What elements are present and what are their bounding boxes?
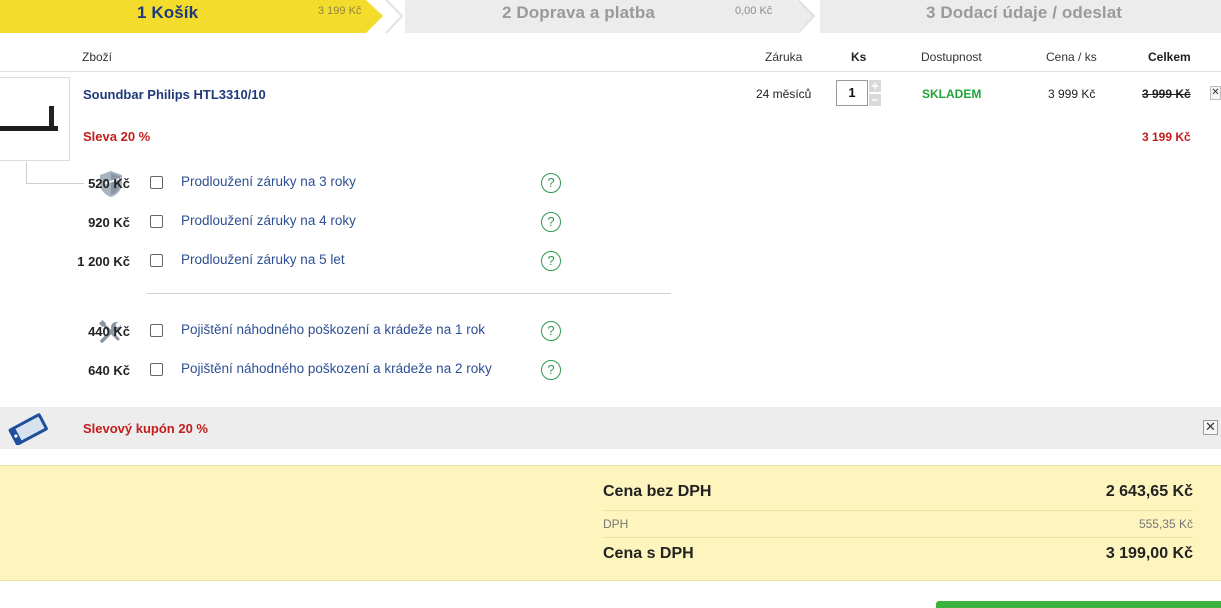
help-icon[interactable]: ? bbox=[541, 212, 561, 232]
col-header-availability: Dostupnost bbox=[921, 50, 982, 64]
col-header-warranty: Záruka bbox=[765, 50, 803, 64]
continue-button[interactable] bbox=[936, 601, 1221, 608]
totals-divider bbox=[603, 510, 1193, 511]
quantity-input[interactable]: 1 bbox=[836, 80, 868, 106]
insurance-option-label[interactable]: Pojištění náhodného poškození a krádeže … bbox=[181, 361, 492, 376]
order-totals: Cena bez DPH 2 643,65 Kč DPH 555,35 Kč C… bbox=[0, 465, 1221, 581]
coupon-label: Slevový kupón 20 % bbox=[83, 421, 208, 436]
discount-label: Sleva 20 % bbox=[83, 129, 151, 144]
product-name-link[interactable]: Soundbar Philips HTL3310/10 bbox=[83, 87, 266, 102]
old-total-price: 3 999 Kč bbox=[1142, 87, 1191, 101]
qty-minus-button[interactable]: − bbox=[869, 94, 881, 106]
warranty-option-checkbox[interactable] bbox=[150, 176, 163, 189]
services-divider bbox=[147, 293, 671, 294]
checkout-steps: 1 Košík 3 199 Kč 2 Doprava a platba 0,00… bbox=[0, 0, 1221, 33]
help-icon[interactable]: ? bbox=[541, 251, 561, 271]
total-vat-label: DPH bbox=[603, 517, 629, 531]
availability-status: SKLADEM bbox=[922, 87, 982, 101]
insurance-option-price: 640 Kč bbox=[88, 363, 130, 378]
total-net-label: Cena bez DPH bbox=[603, 483, 712, 500]
insurance-option-price: 440 Kč bbox=[88, 324, 130, 339]
qty-plus-button[interactable]: + bbox=[869, 80, 881, 92]
col-header-total: Celkem bbox=[1148, 50, 1191, 64]
warranty-option-row: Prodloužení záruky na 3 roky ? 520 Kč bbox=[0, 173, 680, 193]
step-separator-chevron bbox=[797, 0, 816, 33]
warranty-option-label[interactable]: Prodloužení záruky na 3 roky bbox=[181, 174, 356, 189]
col-header-qty: Ks bbox=[851, 50, 867, 64]
insurance-option-label[interactable]: Pojištění náhodného poškození a krádeže … bbox=[181, 322, 485, 337]
totals-divider bbox=[603, 537, 1193, 538]
total-gross-value: 3 199,00 Kč bbox=[1105, 545, 1193, 562]
step-delivery-label: 3 Dodací údaje / odeslat bbox=[926, 3, 1123, 22]
warranty-option-price: 920 Kč bbox=[88, 215, 130, 230]
step-shipping-label: 2 Doprava a platba bbox=[502, 3, 655, 22]
insurance-option-checkbox[interactable] bbox=[150, 363, 163, 376]
help-icon[interactable]: ? bbox=[541, 321, 561, 341]
warranty-option-row: Prodloužení záruky na 4 roky ? 920 Kč bbox=[0, 212, 680, 232]
product-warranty: 24 měsíců bbox=[756, 87, 812, 101]
warranty-option-label[interactable]: Prodloužení záruky na 4 roky bbox=[181, 213, 356, 228]
col-header-product: Zboží bbox=[82, 50, 113, 64]
total-vat-value: 555,35 Kč bbox=[1138, 517, 1193, 531]
step-cart-price: 3 199 Kč bbox=[318, 5, 362, 17]
step-delivery-details[interactable]: 3 Dodací údaje / odeslat bbox=[820, 0, 1221, 33]
step-shipping-payment[interactable]: 2 Doprava a platba 0,00 Kč bbox=[405, 0, 813, 33]
insurance-option-row: Pojištění náhodného poškození a krádeže … bbox=[0, 360, 680, 380]
warranty-option-price: 1 200 Kč bbox=[77, 254, 130, 269]
product-image-bar bbox=[0, 126, 58, 131]
remove-item-button[interactable]: ✕ bbox=[1210, 86, 1221, 100]
help-icon[interactable]: ? bbox=[541, 173, 561, 193]
step-cart-label: 1 Košík bbox=[137, 3, 199, 22]
step-separator-chevron bbox=[385, 0, 404, 33]
total-gross-label: Cena s DPH bbox=[603, 545, 694, 562]
remove-coupon-button[interactable]: ✕ bbox=[1203, 420, 1218, 435]
coupon-row: Slevový kupón 20 % ✕ bbox=[0, 407, 1221, 449]
warranty-option-price: 520 Kč bbox=[88, 176, 130, 191]
warranty-option-checkbox[interactable] bbox=[150, 215, 163, 228]
insurance-option-row: Pojištění náhodného poškození a krádeže … bbox=[0, 321, 680, 341]
step-shipping-price: 0,00 Kč bbox=[735, 5, 773, 17]
unit-price: 3 999 Kč bbox=[1048, 87, 1096, 101]
step-cart[interactable]: 1 Košík 3 199 Kč bbox=[0, 0, 383, 33]
product-thumbnail[interactable] bbox=[0, 77, 70, 161]
help-icon[interactable]: ? bbox=[541, 360, 561, 380]
warranty-option-label[interactable]: Prodloužení záruky na 5 let bbox=[181, 252, 345, 267]
total-net-value: 2 643,65 Kč bbox=[1105, 483, 1193, 500]
coupon-ticket-icon bbox=[8, 413, 48, 445]
col-header-unit-price: Cena / ks bbox=[1046, 50, 1097, 64]
warranty-option-checkbox[interactable] bbox=[150, 254, 163, 267]
new-total-price: 3 199 Kč bbox=[1142, 130, 1191, 144]
header-divider bbox=[0, 71, 1221, 72]
insurance-option-checkbox[interactable] bbox=[150, 324, 163, 337]
warranty-option-row: Prodloužení záruky na 5 let ? 1 200 Kč bbox=[0, 251, 680, 271]
